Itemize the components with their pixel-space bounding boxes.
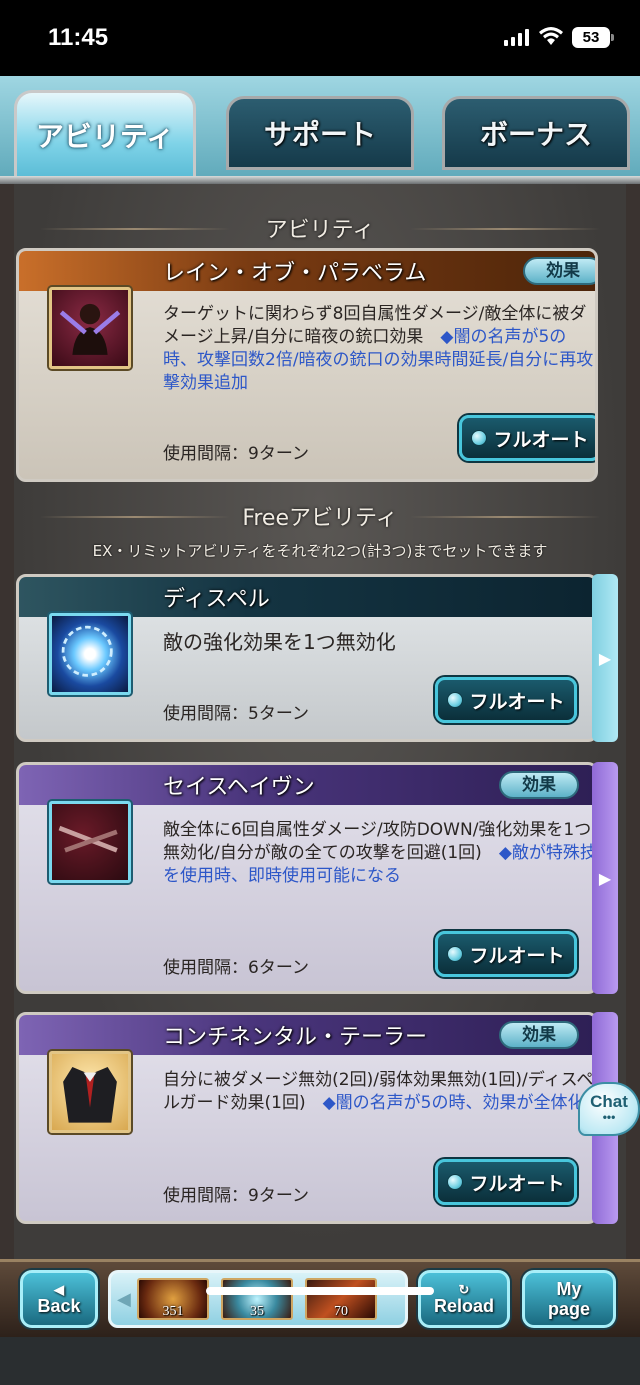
- card-expand-arrow[interactable]: ▶: [592, 762, 618, 994]
- ability-name: セイスヘイヴン: [163, 775, 315, 800]
- full-auto-button[interactable]: フルオート: [435, 931, 577, 977]
- ability-card-continental-tailor[interactable]: コンチネンタル・テーラー 効果 自分に被ダメージ無効(2回)/弱体効果無効(1回…: [16, 1012, 598, 1224]
- reload-button[interactable]: ↻ Reload: [418, 1270, 510, 1328]
- ability-card-seis-heaven[interactable]: セイスヘイヴン 効果 敵全体に6回自属性ダメージ/攻防DOWN/強化効果を1つ無…: [16, 762, 598, 994]
- crystal-icon[interactable]: 35: [221, 1278, 293, 1320]
- ability-name: コンチネンタル・テーラー: [163, 1025, 428, 1050]
- reload-icon: ↻: [458, 1281, 470, 1297]
- ability-name: レイン・オブ・パラベラム: [163, 261, 427, 286]
- ability-card-dispel[interactable]: ディスペル 敵の強化効果を1つ無効化 使用間隔：5ターン フルオート: [16, 574, 598, 742]
- back-button[interactable]: ◀ Back: [20, 1270, 98, 1328]
- effect-badge[interactable]: 効果: [499, 1021, 579, 1049]
- effect-badge[interactable]: 効果: [523, 257, 595, 285]
- tab-bonus[interactable]: ボーナス: [442, 96, 630, 170]
- ability-description: 敵全体に6回自属性ダメージ/攻防DOWN/強化効果を1つ無効化/自分が敵の全ての…: [163, 820, 597, 886]
- ability-icon: [49, 1051, 131, 1133]
- tab-divider: [0, 176, 640, 184]
- wifi-icon: [539, 27, 563, 45]
- tab-bar: アビリティ サポート ボーナス: [0, 76, 640, 180]
- cooldown-interval: 使用間隔：5ターン: [163, 704, 309, 724]
- ability-description: 自分に被ダメージ無効(2回)/弱体効果無効(1回)/ディスペルガード効果(1回)…: [163, 1070, 594, 1113]
- ability-name: ディスペル: [163, 587, 270, 612]
- full-auto-button[interactable]: フルオート: [435, 677, 577, 723]
- ability-description: 敵の強化効果を1つ無効化: [163, 630, 396, 654]
- section-title-ability: アビリティ: [0, 212, 640, 244]
- chat-button[interactable]: Chat •••: [578, 1082, 640, 1136]
- mypage-button[interactable]: My page: [522, 1270, 616, 1328]
- ability-description: ターゲットに関わらず8回自属性ダメージ/敵全体に被ダメージ上昇/自分に暗夜の銃口…: [163, 304, 594, 393]
- ability-card-rain-of-parabellum[interactable]: レイン・オブ・パラベラム 効果 ターゲットに関わらず8回自属性ダメージ/敵全体に…: [16, 248, 598, 482]
- cellular-signal-icon: [504, 28, 529, 46]
- status-bar: 11:45 53: [0, 0, 640, 76]
- strip-left-arrow-icon[interactable]: ◀: [117, 1289, 131, 1310]
- battery-indicator: 53: [572, 27, 614, 48]
- tab-support[interactable]: サポート: [226, 96, 414, 170]
- free-ability-note: EX・リミットアビリティをそれぞれ2つ(計3つ)までセットできます: [92, 542, 548, 560]
- effect-badge[interactable]: 効果: [499, 771, 579, 799]
- ability-icon: [49, 801, 131, 883]
- full-auto-button[interactable]: フルオート: [435, 1159, 577, 1205]
- back-arrow-icon: ◀: [54, 1281, 64, 1297]
- toggle-dot-icon: [447, 946, 464, 962]
- full-auto-button[interactable]: フルオート: [459, 415, 595, 461]
- orb-icon[interactable]: 351: [137, 1278, 209, 1320]
- cooldown-interval: 使用間隔：9ターン: [163, 444, 309, 464]
- clock: 11:45: [48, 24, 109, 51]
- toggle-dot-icon: [447, 692, 464, 708]
- cooldown-interval: 使用間隔：9ターン: [163, 1186, 309, 1206]
- toggle-dot-icon: [471, 430, 488, 446]
- card-header: [19, 577, 595, 617]
- cooldown-interval: 使用間隔：6ターン: [163, 958, 309, 978]
- card-expand-arrow[interactable]: ▶: [592, 574, 618, 742]
- ability-icon: [49, 287, 131, 369]
- tab-ability[interactable]: アビリティ: [14, 90, 196, 180]
- game-screen: アビリティ サポート ボーナス アビリティ レイン・オブ・パラベラム 効果 ター…: [0, 76, 640, 1385]
- section-title-free: Freeアビリティ: [0, 500, 640, 532]
- potion-icon[interactable]: 70: [305, 1278, 377, 1320]
- item-shortcut-strip: ◀ 351 35 70: [108, 1270, 408, 1328]
- bottom-navigation: ◀ Back ◀ 351 35 70 ↻ Reload My page: [0, 1259, 640, 1337]
- ability-icon: [49, 613, 131, 695]
- home-indicator[interactable]: [206, 1287, 434, 1295]
- toggle-dot-icon: [447, 1174, 464, 1190]
